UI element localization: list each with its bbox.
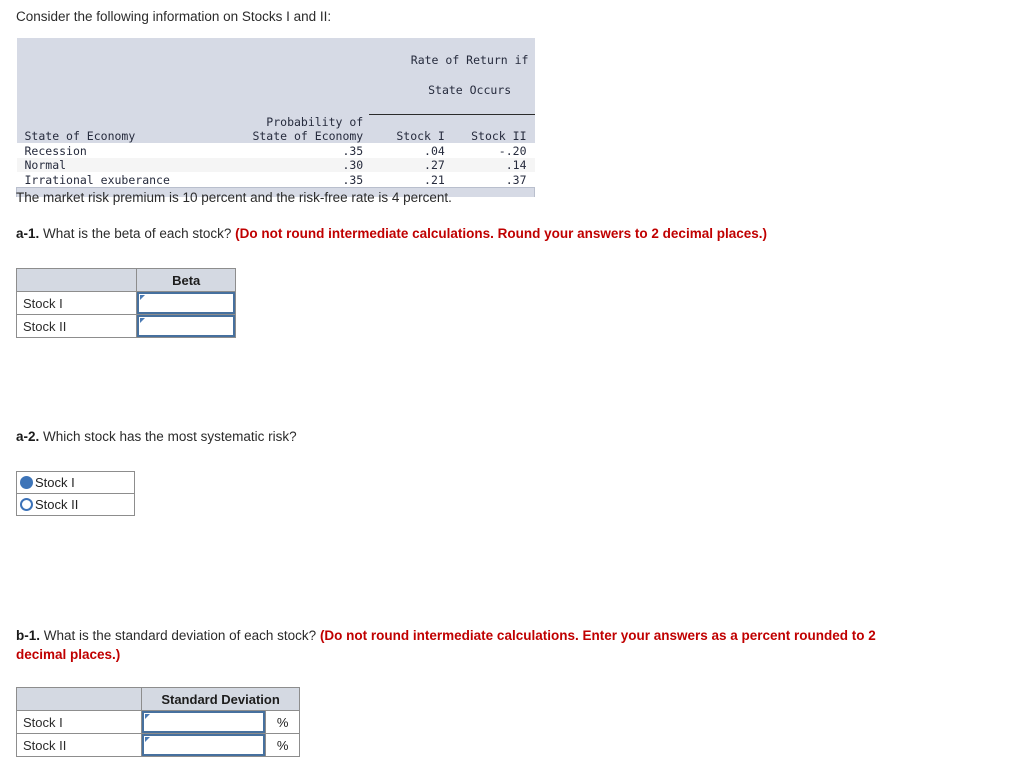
question-b1-label: b-1. (16, 628, 41, 643)
beta-blank-header (15, 268, 138, 292)
table-subheader-row-1: Probability of (16, 114, 535, 130)
probability-header-line-2: State of Economy (252, 129, 364, 143)
stddev-value-header: Standard Deviation (141, 687, 300, 711)
table-row: Stock I (15, 291, 236, 315)
stock2-header: Stock II (471, 129, 527, 143)
beta-header-row: Beta (15, 268, 236, 292)
beta-row-label-stock1: Stock I (15, 291, 138, 315)
row-stock1-return: .04 (424, 143, 445, 158)
row-stock1-return: .27 (424, 158, 445, 172)
standard-deviation-answer-table: Standard Deviation Stock I % Stock II % (15, 687, 300, 757)
stock1-header: Stock I (396, 129, 445, 143)
table-row: Stock II (15, 314, 236, 338)
stddev-row-label-stock1: Stock I (15, 710, 143, 734)
group-header-line-2: State Occurs (428, 83, 512, 97)
stddev-row-label-stock2: Stock II (15, 733, 143, 757)
radio-label-stock1: Stock I (35, 475, 75, 490)
group-header-spacer-1 (17, 38, 233, 115)
row-stock2-return: .14 (505, 158, 527, 172)
table-column-header-row: State of Economy State of Economy Stock … (16, 129, 535, 143)
group-header-line-1: Rate of Return if (410, 53, 529, 67)
page-intro-text: Consider the following information on St… (16, 9, 332, 24)
question-a1-label: a-1. (16, 226, 40, 241)
stock-information-table: Rate of Return if State Occurs Probabili… (16, 38, 535, 197)
question-a2: a-2. Which stock has the most systematic… (16, 429, 297, 444)
stddev-input-stock1[interactable] (142, 711, 266, 733)
row-stock2-return: -.20 (498, 143, 527, 158)
stddev-input-stock2[interactable] (142, 734, 266, 756)
question-b1-text: What is the standard deviation of each s… (40, 628, 320, 643)
table-row: Stock II % (15, 733, 300, 757)
state-of-economy-header: State of Economy (24, 129, 136, 143)
beta-value-header: Beta (136, 268, 236, 292)
radio-icon-stock2[interactable] (20, 498, 33, 511)
stddev-percent-unit-stock2: % (265, 733, 300, 757)
row-state: Irrational exuberance (24, 172, 170, 187)
row-probability: .35 (342, 143, 364, 158)
question-a1: a-1. What is the beta of each stock? (Do… (16, 226, 767, 241)
question-a1-instruction: (Do not round intermediate calculations.… (235, 226, 767, 241)
radio-option-stock2[interactable]: Stock II (17, 494, 134, 515)
stock1-header-spacer (369, 115, 451, 130)
systematic-risk-radio-group[interactable]: Stock I Stock II (16, 471, 135, 516)
question-a2-label: a-2. (16, 429, 40, 444)
beta-answer-table: Beta Stock I Stock II (15, 268, 236, 338)
group-header-rate-of-return: Rate of Return if State Occurs (369, 38, 535, 115)
beta-input-stock1[interactable] (137, 292, 235, 314)
row-probability: .30 (342, 158, 364, 172)
question-a1-text: What is the beta of each stock? (39, 226, 236, 241)
radio-option-stock1[interactable]: Stock I (17, 472, 134, 494)
row-state: Normal (24, 158, 67, 172)
table-row: Recession .35 .04 -.20 (17, 143, 535, 158)
stddev-blank-header (15, 687, 143, 711)
table-group-header-row: Rate of Return if State Occurs (16, 38, 535, 115)
table-row: Normal .30 .27 .14 (16, 157, 535, 172)
subheader-spacer (17, 115, 233, 130)
beta-input-stock2[interactable] (137, 315, 235, 337)
radio-icon-stock1[interactable] (20, 476, 33, 489)
probability-header-line-1: Probability of (266, 115, 364, 129)
radio-label-stock2: Stock II (35, 497, 79, 512)
question-a2-text: Which stock has the most systematic risk… (39, 429, 297, 444)
group-header-spacer-2 (232, 38, 369, 115)
market-risk-premium-text: The market risk premium is 10 percent an… (16, 190, 452, 205)
beta-input-cell-stock2[interactable] (136, 314, 236, 338)
table-row: Stock I % (15, 710, 300, 734)
beta-row-label-stock2: Stock II (15, 314, 138, 338)
row-state: Recession (24, 143, 87, 158)
stddev-input-cell-stock2[interactable] (141, 733, 267, 757)
question-b1: b-1. What is the standard deviation of e… (16, 626, 916, 664)
stock2-header-spacer (451, 115, 535, 130)
stddev-percent-unit-stock1: % (265, 710, 300, 734)
row-stock1-return: .21 (424, 172, 445, 187)
stddev-input-cell-stock1[interactable] (141, 710, 267, 734)
table-row: Irrational exuberance .35 .21 .37 (17, 172, 535, 187)
stddev-header-row: Standard Deviation (15, 687, 300, 711)
beta-input-cell-stock1[interactable] (136, 291, 236, 315)
row-probability: .35 (342, 172, 364, 187)
row-stock2-return: .37 (505, 172, 527, 187)
